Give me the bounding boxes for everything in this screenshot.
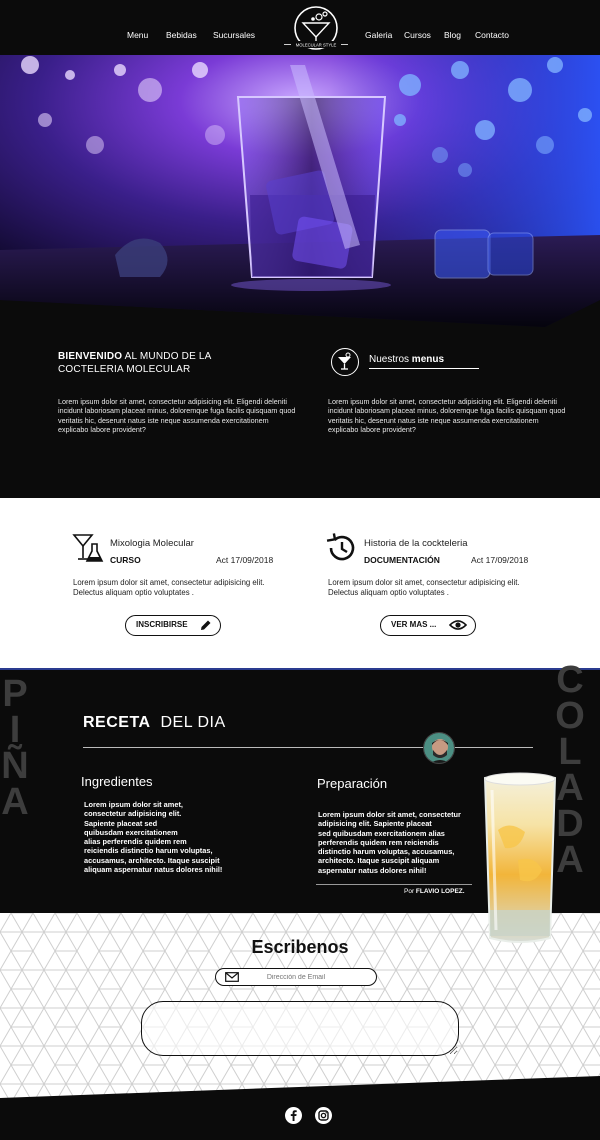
signature-line: [316, 884, 472, 885]
nav-link-galeria[interactable]: Galeria: [365, 30, 392, 40]
course-tag: CURSO: [110, 555, 141, 565]
cocktail-icon: [331, 348, 359, 376]
logo-text: MOLECULAR STYLE: [296, 43, 337, 48]
welcome-section: BIENVENIDO AL MUNDO DE LA COCTELERIA MOL…: [0, 330, 600, 498]
recipe-divider: [83, 747, 533, 748]
section-divider: [0, 668, 600, 670]
menus-underline: [369, 368, 479, 369]
ingredients-heading: Ingredientes: [81, 774, 153, 789]
courses-section: Mixologia Molecular CURSO Act 17/09/2018…: [0, 498, 600, 668]
welcome-text: Lorem ipsum dolor sit amet, consectetur …: [58, 397, 296, 434]
logo[interactable]: MOLECULAR STYLE: [281, 5, 351, 53]
doc-date: Act 17/09/2018: [471, 555, 529, 565]
course-text: Lorem ipsum dolor sit amet, consectetur …: [73, 578, 265, 597]
recipe-author: Por FLAVIO LOPEZ.: [404, 888, 465, 895]
welcome-title: BIENVENIDO AL MUNDO DE LA COCTELERIA MOL…: [58, 351, 212, 375]
ingredients-text: Lorem ipsum dolor sit amet, consectetur a…: [84, 800, 223, 875]
message-field[interactable]: [141, 1001, 459, 1056]
side-word-pina: PIÑA: [1, 673, 29, 823]
nav-link-menu[interactable]: Menu: [127, 30, 148, 40]
pencil-icon: [201, 620, 211, 630]
instagram-icon[interactable]: [315, 1107, 332, 1124]
email-field[interactable]: [215, 968, 377, 986]
course-title: Mixologia Molecular: [110, 538, 194, 549]
menus-link[interactable]: Nuestros menus: [369, 354, 444, 365]
history-icon: [326, 533, 355, 561]
cocktail-flask-icon: [72, 534, 104, 562]
top-nav: Menu Bebidas Sucursales MOLECULAR STYLE …: [0, 0, 600, 55]
course-date: Act 17/09/2018: [216, 555, 274, 565]
nav-link-sucursales[interactable]: Sucursales: [213, 30, 255, 40]
recipe-title: RECETA DEL DIA: [83, 714, 226, 731]
ver-mas-button[interactable]: VER MAS ...: [380, 615, 476, 636]
eye-icon: [449, 620, 467, 630]
preparation-heading: Preparación: [317, 776, 388, 791]
facebook-icon[interactable]: [285, 1107, 302, 1124]
nav-link-bebidas[interactable]: Bebidas: [166, 30, 197, 40]
doc-text: Lorem ipsum dolor sit amet, consectetur …: [328, 578, 520, 597]
nav-link-blog[interactable]: Blog: [444, 30, 461, 40]
nav-link-contacto[interactable]: Contacto: [475, 30, 509, 40]
hero-image: [0, 45, 600, 330]
avatar: [423, 732, 455, 764]
doc-title: Historia de la cockteleria: [364, 538, 468, 549]
mail-icon: [225, 972, 239, 982]
inscribirse-button[interactable]: INSCRIBIRSE: [125, 615, 221, 636]
preparation-text: Lorem ipsum dolor sit amet, consectetur a…: [318, 810, 461, 875]
pina-colada-image: [483, 772, 557, 943]
menus-text: Lorem ipsum dolor sit amet, consectetur …: [328, 397, 566, 434]
doc-tag: DOCUMENTACIÓN: [364, 555, 440, 565]
nav-link-cursos[interactable]: Cursos: [404, 30, 431, 40]
